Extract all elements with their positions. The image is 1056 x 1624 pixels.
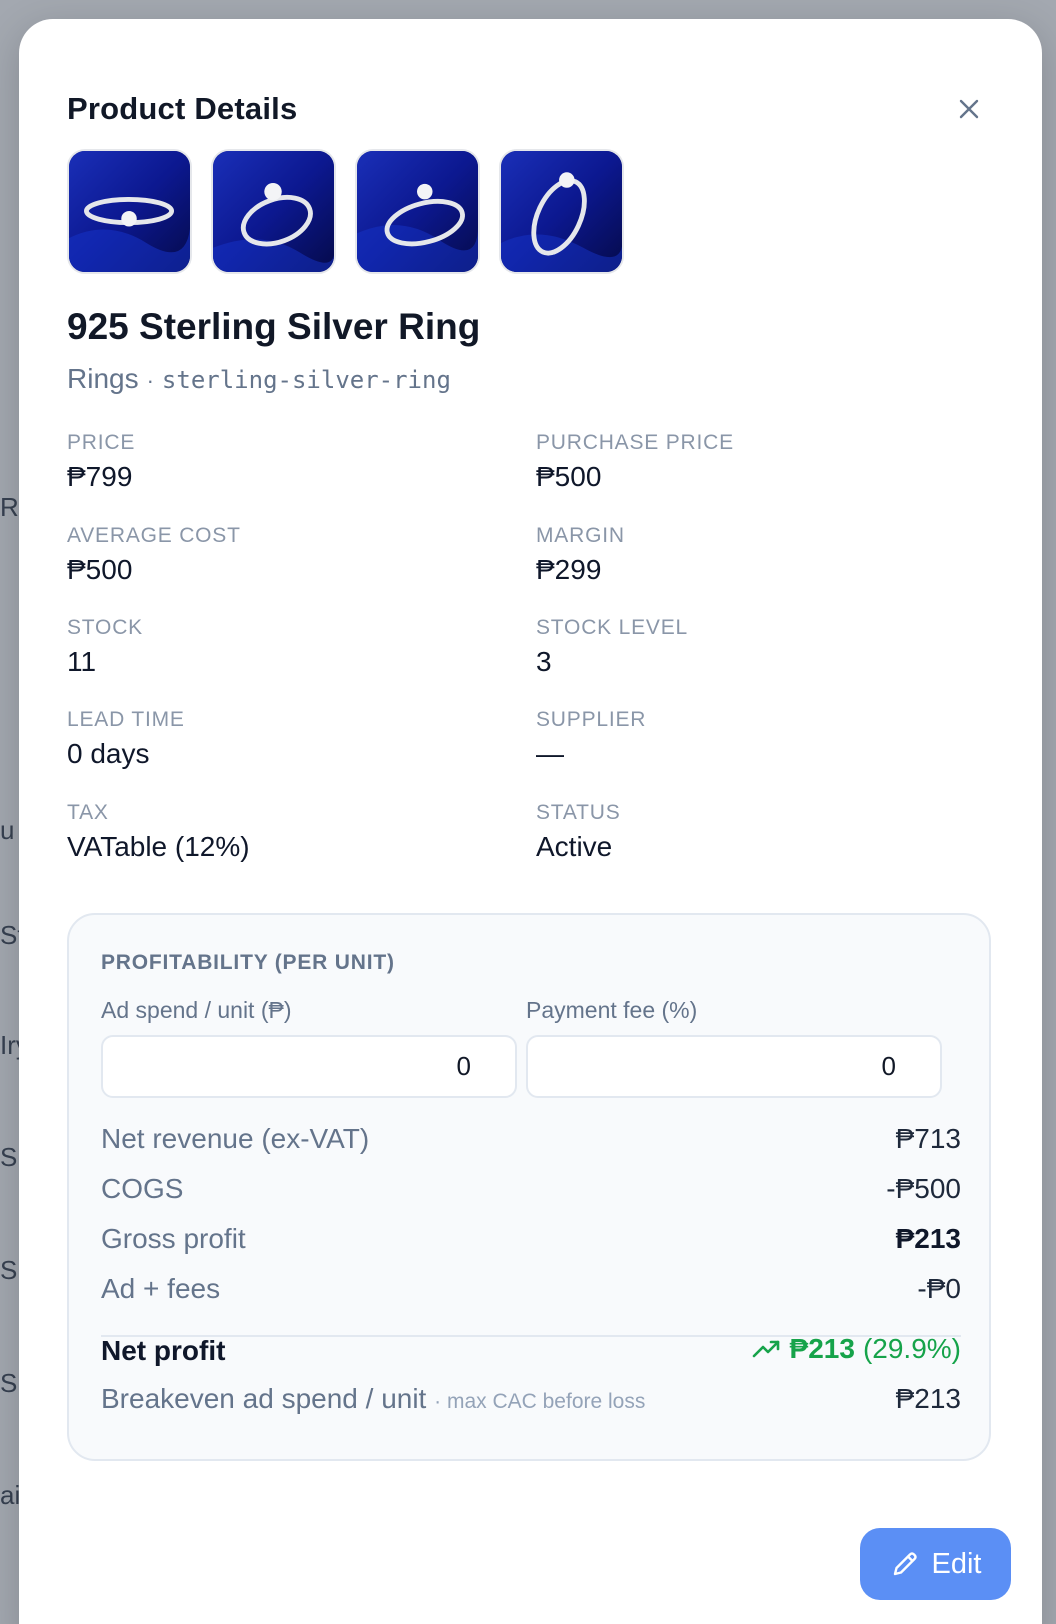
edit-button[interactable]: Edit (860, 1528, 1011, 1600)
field-value: 0 days (67, 738, 150, 769)
net-profit-value: ₱213 (789, 1333, 855, 1364)
field-stock: STOCK 11 (67, 616, 507, 678)
net-profit-percent: (29.9%) (862, 1333, 961, 1364)
background-fragment: S (0, 1142, 18, 1172)
ring-image-icon (69, 151, 190, 272)
field-value: ₱500 (536, 461, 602, 492)
net-revenue-value: ₱713 (895, 1123, 961, 1154)
field-label: PURCHASE PRICE (536, 431, 734, 454)
field-label: AVERAGE COST (67, 524, 241, 547)
field-stock-level: STOCK LEVEL 3 (536, 616, 976, 678)
field-value: ₱299 (536, 554, 602, 585)
field-value: Active (536, 831, 613, 862)
background-fragment: S (0, 1255, 18, 1285)
field-supplier: SUPPLIER — (536, 708, 976, 770)
trending-up-icon (752, 1340, 779, 1358)
ad-fees-value: -₱0 (917, 1273, 961, 1304)
field-label: STOCK LEVEL (536, 616, 688, 639)
ad-spend-label: Ad spend / unit (₱) (101, 997, 292, 1023)
field-label: STOCK (67, 616, 143, 639)
ad-fees-label: Ad + fees (101, 1273, 221, 1304)
breakeven-label: Breakeven ad spend / unit (101, 1383, 427, 1414)
field-value: ₱799 (67, 461, 133, 492)
net-profit-value-group: ₱213 (29.9%) (752, 1333, 961, 1365)
gross-profit-value: ₱213 (895, 1223, 961, 1254)
profitability-card: PROFITABILITY (PER UNIT) Ad spend / unit… (67, 913, 991, 1461)
background-fragment: S (0, 1368, 18, 1398)
breakeven-value: ₱213 (895, 1383, 961, 1414)
net-revenue-label: Net revenue (ex-VAT) (101, 1123, 370, 1154)
ad-spend-input[interactable]: 0 (101, 1035, 517, 1098)
field-price: PRICE ₱799 (67, 431, 507, 493)
background-fragment: u (0, 815, 15, 845)
net-profit-label: Net profit (101, 1335, 226, 1366)
dialog-title: Product Details (67, 91, 298, 126)
ad-fees-row: Ad + fees -₱0 (101, 1273, 961, 1305)
breakeven-label-group: Breakeven ad spend / unit · max CAC befo… (101, 1383, 645, 1415)
product-thumbnail[interactable] (211, 149, 336, 274)
net-profit-row: Net profit ₱213 (29.9%) (101, 1333, 961, 1367)
field-value: 11 (67, 646, 97, 677)
product-details-dialog: Product Details 925 Sterling Silver Ring… (19, 19, 1042, 1624)
gross-profit-label: Gross profit (101, 1223, 246, 1254)
close-icon (959, 99, 979, 119)
cogs-value: -₱500 (886, 1173, 961, 1204)
net-revenue-row: Net revenue (ex-VAT) ₱713 (101, 1123, 961, 1155)
ring-image-icon (213, 151, 334, 272)
payment-fee-input[interactable]: 0 (526, 1035, 942, 1098)
profitability-title: PROFITABILITY (PER UNIT) (101, 951, 395, 974)
product-name: 925 Sterling Silver Ring (67, 306, 481, 347)
product-thumbnail[interactable] (67, 149, 192, 274)
field-label: STATUS (536, 801, 621, 824)
product-thumbnail[interactable] (355, 149, 480, 274)
field-label: LEAD TIME (67, 708, 185, 731)
field-label: TAX (67, 801, 109, 824)
ring-image-icon (357, 151, 478, 272)
field-value: ₱500 (67, 554, 133, 585)
field-tax: TAX VATable (12%) (67, 801, 507, 863)
separator: · (146, 368, 154, 393)
edit-button-label: Edit (931, 1547, 982, 1580)
cogs-label: COGS (101, 1173, 184, 1204)
field-average-cost: AVERAGE COST ₱500 (67, 524, 507, 586)
breakeven-hint: · max CAC before loss (434, 1390, 646, 1413)
field-margin: MARGIN ₱299 (536, 524, 976, 586)
product-thumbnail[interactable] (499, 149, 624, 274)
field-purchase-price: PURCHASE PRICE ₱500 (536, 431, 976, 493)
field-value: — (536, 738, 564, 769)
breakeven-row: Breakeven ad spend / unit · max CAC befo… (101, 1383, 961, 1415)
product-subtitle: Rings · sterling-silver-ring (67, 363, 451, 395)
field-label: PRICE (67, 431, 136, 454)
product-category: Rings (67, 363, 139, 394)
pencil-icon (893, 1552, 917, 1576)
background-fragment: ai (0, 1480, 21, 1510)
ring-image-icon (501, 151, 622, 272)
field-value: VATable (12%) (67, 831, 250, 862)
payment-fee-label: Payment fee (%) (526, 997, 698, 1023)
field-status: STATUS Active (536, 801, 976, 863)
gross-profit-row: Gross profit ₱213 (101, 1223, 961, 1255)
field-lead-time: LEAD TIME 0 days (67, 708, 507, 770)
field-label: MARGIN (536, 524, 625, 547)
field-label: SUPPLIER (536, 708, 647, 731)
cogs-row: COGS -₱500 (101, 1173, 961, 1205)
product-slug: sterling-silver-ring (161, 366, 451, 394)
field-value: 3 (536, 646, 552, 677)
image-gallery (67, 149, 624, 274)
close-button[interactable] (953, 93, 985, 125)
